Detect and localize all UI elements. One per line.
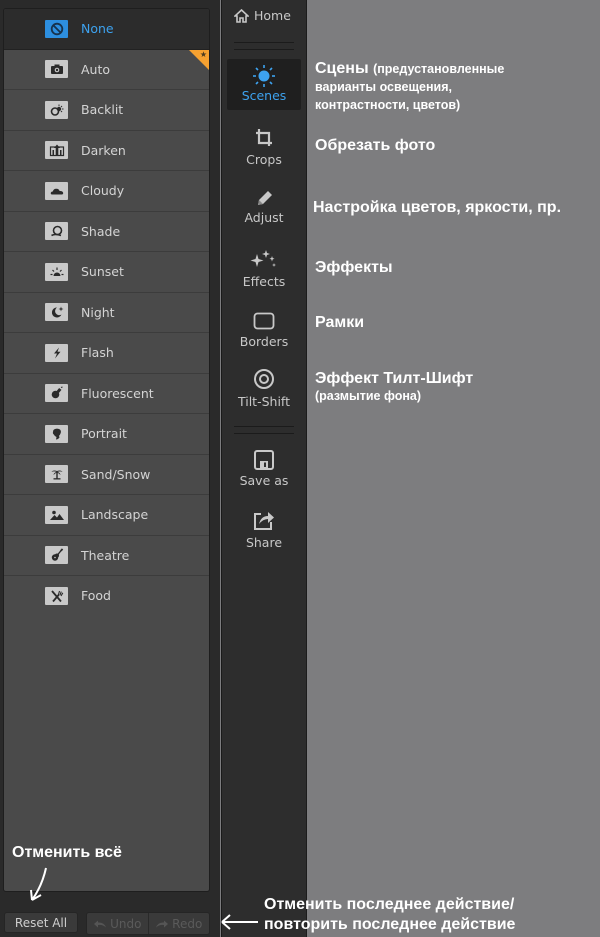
darken-icon xyxy=(45,141,68,160)
scenes-panel: None Auto ★ Backlit Darken Cloudy Shade … xyxy=(0,0,220,937)
scene-label: Fluorescent xyxy=(81,385,154,401)
moon-star-icon xyxy=(45,303,68,322)
redo-button[interactable]: Redo xyxy=(147,913,210,934)
redo-icon xyxy=(156,920,169,927)
annotation-crops: Обрезать фото xyxy=(315,137,436,154)
nav-tilt-shift[interactable]: Tilt-Shift xyxy=(227,367,301,409)
camera-icon xyxy=(45,60,68,79)
scene-item-darken[interactable]: Darken xyxy=(4,131,209,171)
palm-tree-icon xyxy=(45,465,68,484)
nav-adjust[interactable]: Adjust xyxy=(227,188,301,225)
backlit-icon xyxy=(45,100,68,119)
scene-label: Backlit xyxy=(81,102,124,118)
share-icon xyxy=(254,512,274,530)
scene-label: Flash xyxy=(81,345,114,361)
nav-label: Tilt-Shift xyxy=(237,394,291,409)
crop-icon xyxy=(256,129,272,146)
nav-scenes[interactable]: Scenes xyxy=(227,59,301,110)
home-button[interactable]: Home xyxy=(234,8,291,23)
annotation-reset-all: Отменить всё xyxy=(12,844,122,861)
scene-label: Sand/Snow xyxy=(81,466,151,482)
scene-item-flash[interactable]: Flash xyxy=(4,333,209,374)
scene-label: Darken xyxy=(81,142,126,158)
portrait-icon xyxy=(45,424,68,443)
scene-label: Portrait xyxy=(81,426,127,442)
nav-label: Adjust xyxy=(244,210,284,225)
nav-bar: Home Scenes Crops Adjust Effects Borders… xyxy=(221,0,307,937)
scene-item-sunset[interactable]: Sunset xyxy=(4,252,209,293)
undo-redo-group: Undo Redo xyxy=(86,912,210,935)
scene-item-theatre[interactable]: Theatre xyxy=(4,536,209,576)
nav-label: Effects xyxy=(242,274,286,289)
scene-label: Sunset xyxy=(81,264,124,280)
scene-label: Cloudy xyxy=(81,183,125,199)
fork-knife-icon xyxy=(45,586,68,605)
sun-icon xyxy=(253,65,275,87)
scene-item-night[interactable]: Night xyxy=(4,293,209,333)
bulb-icon xyxy=(45,384,68,403)
redo-label: Redo xyxy=(172,916,203,931)
scene-list: None Auto ★ Backlit Darken Cloudy Shade … xyxy=(3,8,210,892)
nav-effects[interactable]: Effects xyxy=(227,249,301,289)
scene-item-sand-snow[interactable]: Sand/Snow xyxy=(4,455,209,495)
nav-borders[interactable]: Borders xyxy=(227,311,301,349)
annotation-tilt-shift: Эффект Тилт-Шифт (размытие фона) xyxy=(315,370,474,403)
nav-label: Scenes xyxy=(241,88,287,103)
scene-item-auto[interactable]: Auto ★ xyxy=(4,49,209,90)
nav-divider xyxy=(234,426,294,434)
no-entry-icon xyxy=(45,19,68,38)
sunset-icon xyxy=(45,262,68,281)
scene-label: Food xyxy=(81,588,111,604)
nav-save-as[interactable]: Save as xyxy=(227,449,301,488)
pencil-icon xyxy=(258,191,272,205)
reset-all-button[interactable]: Reset All xyxy=(4,912,78,933)
nav-share[interactable]: Share xyxy=(227,507,301,550)
scene-label: Auto xyxy=(81,61,111,77)
nav-label: Save as xyxy=(239,473,289,488)
annotation-scenes: Сцены (предустановленные варианты освеще… xyxy=(315,60,505,112)
save-icon xyxy=(254,450,274,470)
scene-item-cloudy[interactable]: Cloudy xyxy=(4,171,209,212)
scene-item-backlit[interactable]: Backlit xyxy=(4,90,209,131)
scene-item-food[interactable]: Food xyxy=(4,576,209,616)
undo-button[interactable]: Undo xyxy=(87,913,148,934)
scene-label: Shade xyxy=(81,223,121,239)
scene-item-fluorescent[interactable]: Fluorescent xyxy=(4,374,209,414)
scene-item-none[interactable]: None xyxy=(4,9,209,50)
annotation-adjust: Настройка цветов, яркости, пр. xyxy=(313,199,562,216)
cloud-icon xyxy=(45,181,68,200)
home-icon xyxy=(234,8,249,23)
arrow-left-icon xyxy=(221,914,258,930)
shade-icon xyxy=(45,222,68,241)
scene-label: Landscape xyxy=(81,507,149,523)
scene-item-landscape[interactable]: Landscape xyxy=(4,495,209,536)
nav-crops[interactable]: Crops xyxy=(227,127,301,167)
undo-label: Undo xyxy=(110,916,142,931)
scene-item-shade[interactable]: Shade xyxy=(4,212,209,252)
lightning-icon xyxy=(45,343,68,362)
scene-item-portrait[interactable]: Portrait xyxy=(4,414,209,455)
nav-label: Borders xyxy=(239,334,289,349)
nav-label: Share xyxy=(245,535,283,550)
scene-label: None xyxy=(81,21,114,37)
guitar-icon xyxy=(45,546,68,565)
annotation-undo-redo: Отменить последнее действие/ повторить п… xyxy=(264,896,516,933)
home-label: Home xyxy=(254,8,291,23)
undo-icon xyxy=(94,920,107,927)
sparkles-icon xyxy=(250,250,276,267)
target-icon xyxy=(254,369,274,389)
annotation-effects: Эффекты xyxy=(315,259,393,276)
landscape-icon xyxy=(45,505,68,524)
star-icon: ★ xyxy=(199,49,207,59)
arrow-down-left-icon xyxy=(30,867,47,901)
frame-icon xyxy=(253,312,275,330)
scene-label: Night xyxy=(81,304,115,320)
annotation-borders: Рамки xyxy=(315,314,365,331)
nav-label: Crops xyxy=(246,152,282,167)
nav-divider xyxy=(234,42,294,50)
scene-label: Theatre xyxy=(81,547,130,563)
